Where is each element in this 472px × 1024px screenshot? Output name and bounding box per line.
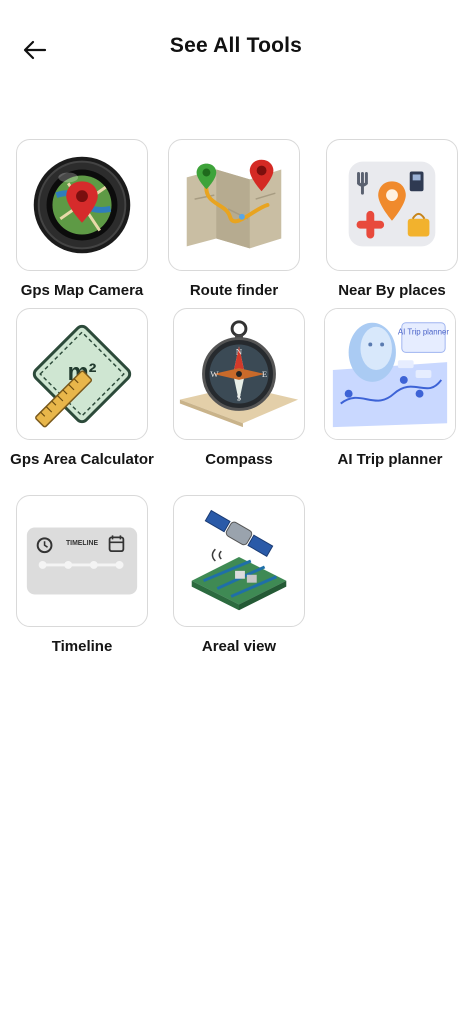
tool-label: Route finder [189,282,279,299]
tool-tile-route-finder[interactable] [168,139,300,271]
page-title: See All Tools [169,34,303,57]
satellite-aerial-view-icon [191,509,287,611]
tool-label: AI Trip planner [337,451,443,468]
compass-east-text: E [262,369,267,379]
top-bar: See All Tools [0,0,472,100]
tool-tile-gps-area-calculator[interactable]: m² [16,308,148,440]
tool-tile-gps-map-camera[interactable] [16,139,148,271]
compass-west-text: W [210,369,219,379]
ai-trip-art-text: AI Trip planner [398,328,449,337]
tool-tile-timeline[interactable]: TIMELINE [16,495,148,627]
tool-tile-near-by-places[interactable] [326,139,458,271]
tool-label: Areal view [201,638,277,655]
camera-lens-map-pin-icon [33,156,131,254]
timeline-art-text: TIMELINE [66,540,98,547]
tool-tile-ai-trip-planner[interactable]: AI Trip planner [324,308,456,440]
tool-label: Near By places [338,282,446,299]
folded-map-route-icon [186,159,282,249]
tool-tile-compass[interactable]: N S E W [173,308,305,440]
compass-icon: N S E W [179,320,299,428]
tool-label: Gps Area Calculator [10,451,154,468]
nearby-places-icon [348,161,436,247]
ai-trip-planner-icon: AI Trip planner [325,309,455,439]
area-square-meter-icon: m² [32,324,132,428]
timeline-icon: TIMELINE [26,527,138,595]
tool-label: Timeline [51,638,113,655]
tool-tile-areal-view[interactable] [173,495,305,627]
compass-south-text: S [237,393,242,403]
tool-label: Compass [205,451,273,468]
compass-north-text: N [236,346,243,356]
tool-label: Gps Map Camera [20,282,144,299]
